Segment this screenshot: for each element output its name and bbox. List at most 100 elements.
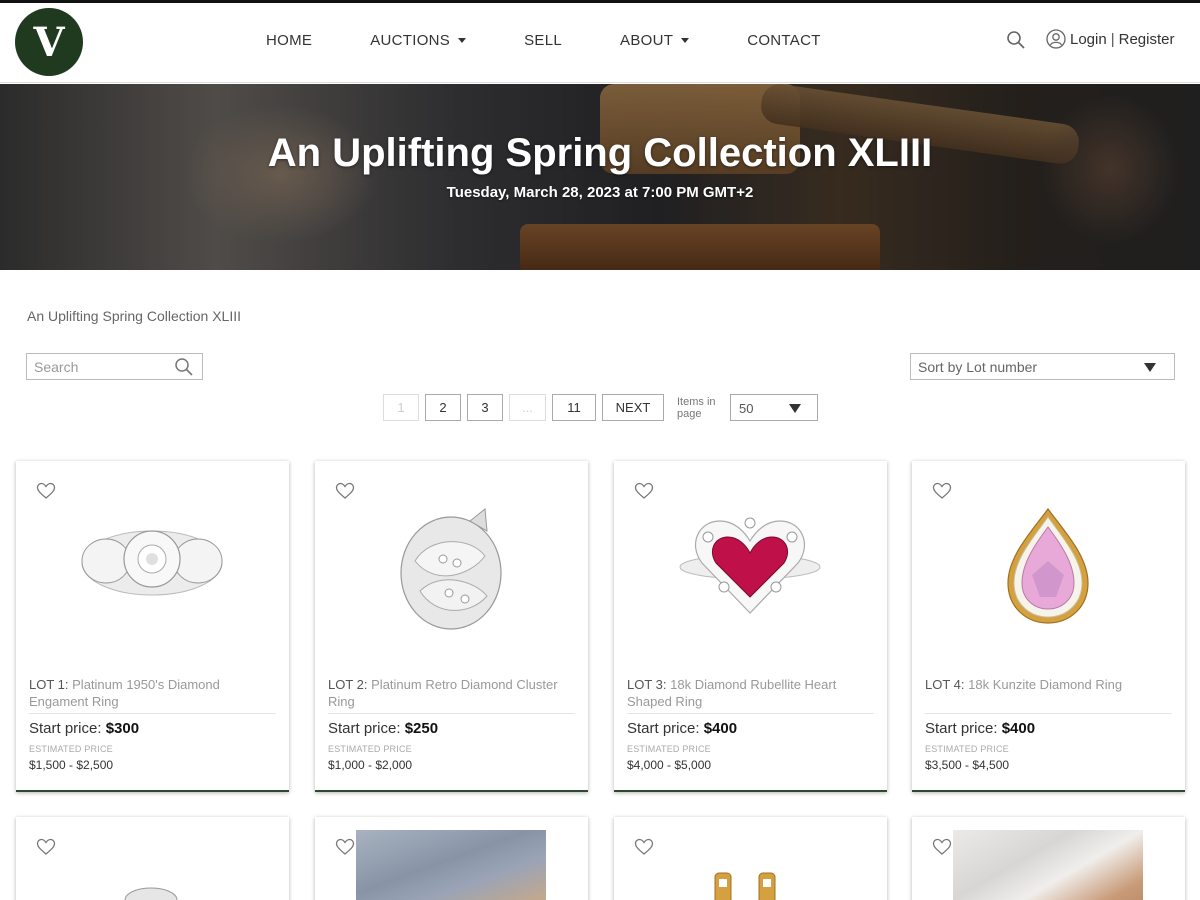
start-price-label: Start price: xyxy=(29,720,102,737)
logo-letter: V xyxy=(33,18,65,66)
estimated-price-label: ESTIMATED PRICE xyxy=(925,744,1009,754)
items-per-page-select[interactable]: 50 xyxy=(730,394,818,421)
sort-selected-value: Sort by Lot number xyxy=(918,359,1038,375)
lot-search xyxy=(26,353,203,380)
pagination: 1 2 3 ... 11 NEXT xyxy=(383,394,670,421)
card-divider xyxy=(328,713,575,714)
card-divider xyxy=(29,713,276,714)
search-icon[interactable] xyxy=(1006,30,1026,50)
page-ellipsis: ... xyxy=(509,394,546,421)
login-link[interactable]: Login xyxy=(1070,31,1107,48)
nav-auctions-label: AUCTIONS xyxy=(370,32,451,49)
page-button-11[interactable]: 11 xyxy=(552,394,596,421)
diamond-flower-ring-image[interactable] xyxy=(76,501,229,631)
account-links: Login | Register xyxy=(1046,29,1174,49)
lot-name: 18k Kunzite Diamond Ring xyxy=(968,677,1123,692)
start-price-value: $400 xyxy=(1001,720,1036,737)
heart-icon[interactable] xyxy=(36,482,56,500)
site-logo[interactable]: V xyxy=(15,8,83,76)
lot-title[interactable]: LOT 1: Platinum 1950's Diamond Engament … xyxy=(29,676,276,710)
main-nav: HOME AUCTIONS SELL ABOUT CONTACT xyxy=(266,32,821,49)
start-price: Start price: $400 xyxy=(627,720,737,737)
search-input[interactable] xyxy=(27,354,167,379)
estimated-price-label: ESTIMATED PRICE xyxy=(29,744,113,754)
card-divider xyxy=(627,713,874,714)
start-price-label: Start price: xyxy=(328,720,401,737)
heart-icon[interactable] xyxy=(634,482,654,500)
start-price: Start price: $300 xyxy=(29,720,139,737)
lot-card[interactable] xyxy=(614,817,887,900)
lot-card[interactable]: LOT 4: 18k Kunzite Diamond Ring Start pr… xyxy=(912,461,1185,792)
start-price-label: Start price: xyxy=(627,720,700,737)
earrings-thumbnail-image[interactable] xyxy=(709,867,789,900)
hero-banner: An Uplifting Spring Collection XLIII Tue… xyxy=(0,84,1200,270)
lot-card[interactable] xyxy=(16,817,289,900)
auction-date: Tuesday, March 28, 2023 at 7:00 PM GMT+2 xyxy=(446,184,754,201)
page-button-3[interactable]: 3 xyxy=(467,394,503,421)
dropdown-arrow-icon xyxy=(1144,363,1156,372)
card-divider xyxy=(925,713,1172,714)
caret-down-icon xyxy=(458,38,467,43)
lot-card[interactable]: LOT 3: 18k Diamond Rubellite Heart Shape… xyxy=(614,461,887,792)
caret-down-icon xyxy=(681,38,690,43)
lot-photo[interactable] xyxy=(953,830,1143,900)
lot-card[interactable] xyxy=(315,817,588,900)
start-price-label: Start price: xyxy=(925,720,998,737)
nav-sell[interactable]: SELL xyxy=(524,32,562,49)
breadcrumb: An Uplifting Spring Collection XLIII xyxy=(27,308,241,324)
heart-icon[interactable] xyxy=(932,838,952,856)
lot-card[interactable]: LOT 2: Platinum Retro Diamond Cluster Ri… xyxy=(315,461,588,792)
nav-contact-label: CONTACT xyxy=(747,32,821,49)
nav-auctions[interactable]: AUCTIONS xyxy=(370,32,467,49)
search-icon[interactable] xyxy=(174,357,194,377)
lot-number: LOT 3: xyxy=(627,677,667,692)
register-link[interactable]: Register xyxy=(1119,31,1175,48)
user-icon[interactable] xyxy=(1046,29,1066,49)
estimated-price-label: ESTIMATED PRICE xyxy=(627,744,711,754)
page-button-1[interactable]: 1 xyxy=(383,394,419,421)
items-per-page-label: Items in page xyxy=(677,396,716,420)
kunzite-ring-image[interactable] xyxy=(972,501,1125,631)
next-page-button[interactable]: NEXT xyxy=(602,394,664,421)
estimated-price-range: $1,500 - $2,500 xyxy=(29,758,114,772)
heart-icon[interactable] xyxy=(335,482,355,500)
estimated-price-range: $3,500 - $4,500 xyxy=(925,758,1010,772)
start-price: Start price: $400 xyxy=(925,720,1035,737)
items-per-page-value: 50 xyxy=(739,401,754,416)
dropdown-arrow-icon xyxy=(789,404,801,413)
nav-about-label: ABOUT xyxy=(620,32,674,49)
ring-thumbnail-image[interactable] xyxy=(116,882,186,900)
nav-contact[interactable]: CONTACT xyxy=(747,32,820,49)
heart-icon[interactable] xyxy=(36,838,56,856)
lot-card[interactable] xyxy=(912,817,1185,900)
heart-icon[interactable] xyxy=(634,838,654,856)
estimated-price-range: $1,000 - $2,000 xyxy=(328,758,413,772)
lot-title[interactable]: LOT 4: 18k Kunzite Diamond Ring xyxy=(925,676,1172,693)
estimated-price-label: ESTIMATED PRICE xyxy=(328,744,412,754)
lot-title[interactable]: LOT 2: Platinum Retro Diamond Cluster Ri… xyxy=(328,676,575,710)
auction-title: An Uplifting Spring Collection XLIII xyxy=(267,131,933,175)
heart-icon[interactable] xyxy=(932,482,952,500)
lot-title[interactable]: LOT 3: 18k Diamond Rubellite Heart Shape… xyxy=(627,676,874,710)
site-header: V HOME AUCTIONS SELL ABOUT CONTACT Login xyxy=(0,3,1200,83)
heart-icon[interactable] xyxy=(335,838,355,856)
hero-overlay xyxy=(0,84,1200,270)
start-price: Start price: $250 xyxy=(328,720,438,737)
sort-dropdown[interactable]: Sort by Lot number xyxy=(910,353,1175,380)
lot-card[interactable]: LOT 1: Platinum 1950's Diamond Engament … xyxy=(16,461,289,792)
nav-home[interactable]: HOME xyxy=(266,32,312,49)
rubellite-heart-ring-image[interactable] xyxy=(674,501,827,631)
lot-photo[interactable] xyxy=(356,830,546,900)
lot-number: LOT 2: xyxy=(328,677,368,692)
nav-home-label: HOME xyxy=(266,32,313,49)
page-button-2[interactable]: 2 xyxy=(425,394,461,421)
account-separator: | xyxy=(1110,30,1115,48)
start-price-value: $400 xyxy=(703,720,738,737)
start-price-value: $250 xyxy=(404,720,439,737)
lot-number: LOT 1: xyxy=(29,677,69,692)
start-price-value: $300 xyxy=(105,720,140,737)
nav-sell-label: SELL xyxy=(524,32,563,49)
lot-number: LOT 4: xyxy=(925,677,965,692)
nav-about[interactable]: ABOUT xyxy=(620,32,690,49)
diamond-cluster-ring-image[interactable] xyxy=(375,501,528,631)
